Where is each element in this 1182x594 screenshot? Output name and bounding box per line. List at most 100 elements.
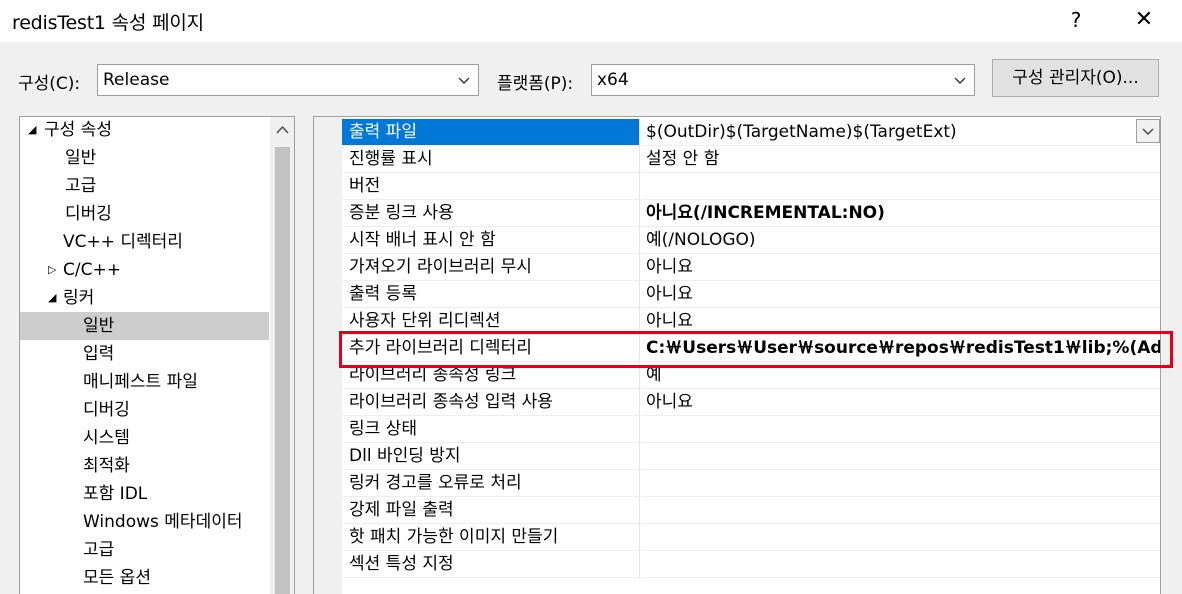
property-name: 섹션 특성 지정 [342,551,640,578]
property-value[interactable] [641,551,1160,578]
close-button[interactable]: ✕ [1128,4,1160,36]
tree-item[interactable]: VC++ 디렉터리 [20,228,269,256]
platform-value: x64 [597,70,629,90]
property-tree[interactable]: ◢ 구성 속성 일반 고급 디버깅 VC++ 디렉터리 ▷ C/C++ ◢ 링커 일반 입력 매니페스트… [19,116,295,594]
property-value[interactable]: 아니요 [641,254,1160,281]
property-row[interactable]: 증분 링크 사용 아니요(/INCREMENTAL:NO) [342,200,1160,227]
tree-item[interactable]: 고급 [20,536,269,564]
tree-item[interactable]: 일반 [20,312,269,340]
property-name: 출력 등록 [342,281,640,308]
property-value[interactable]: 아니요 [641,281,1160,308]
property-value[interactable] [641,443,1160,470]
tree-item[interactable]: 디버깅 [20,396,269,424]
tree-item-label: 입력 [83,344,115,364]
property-row[interactable]: 사용자 단위 리디렉션 아니요 [342,308,1160,335]
property-row[interactable]: 추가 라이브러리 디렉터리 C:￦Users￦User￦source￦repos￦… [342,335,1160,362]
tree-item-label: 최적화 [83,456,130,476]
property-name: 가져오기 라이브러리 무시 [342,254,640,281]
tree-item-label: 링커 [63,288,95,308]
tree-item-label: Windows 메타데이터 [83,512,243,532]
tree-item[interactable]: 매니페스트 파일 [20,368,269,396]
tree-item[interactable]: ◢ 링커 [20,284,269,312]
property-row[interactable]: 진행률 표시 설정 안 함 [342,146,1160,173]
property-row[interactable]: 핫 패치 가능한 이미지 만들기 [342,524,1160,551]
tree-item[interactable]: 디버깅 [20,200,269,228]
config-label: 구성(C): [18,74,81,94]
property-name: 강제 파일 출력 [342,497,640,524]
property-row[interactable]: 링커 경고를 오류로 처리 [342,470,1160,497]
tree-scrollbar[interactable] [270,117,294,594]
property-value[interactable]: $(OutDir)$(TargetName)$(TargetExt) [641,119,1160,146]
property-row[interactable]: 강제 파일 출력 [342,497,1160,524]
tree-item-label: 디버깅 [83,400,130,420]
config-select[interactable]: Release [97,64,479,96]
value-dropdown-button[interactable] [1136,119,1160,143]
tree-item[interactable]: 고급 [20,172,269,200]
collapse-arrow-icon[interactable]: ◢ [28,117,36,144]
property-row[interactable]: 링크 상태 [342,416,1160,443]
tree-item-label: 고급 [65,176,97,196]
tree-item[interactable]: ▷ C/C++ [20,256,269,284]
chevron-down-icon [458,77,470,84]
help-button[interactable]: ? [1062,4,1090,36]
property-row[interactable]: 출력 파일 $(OutDir)$(TargetName)$(TargetExt) [342,119,1160,146]
property-value[interactable] [641,173,1160,200]
tree-item[interactable]: 포함 IDL [20,480,269,508]
property-value[interactable]: 예(/NOLOGO) [641,227,1160,254]
config-manager-button[interactable]: 구성 관리자(O)... [992,59,1159,97]
property-name: 증분 링크 사용 [342,200,640,227]
tree-item[interactable]: ◢ 구성 속성 [20,117,269,144]
expand-arrow-icon[interactable]: ▷ [48,256,56,284]
tree-item-label: 디버깅 [65,204,112,224]
property-row[interactable]: Dll 바인딩 방지 [342,443,1160,470]
property-value[interactable]: 아니요 [641,308,1160,335]
platform-label: 플랫폼(P): [497,74,574,94]
tree-item[interactable]: 모든 옵션 [20,564,269,592]
tree-item-label: C/C++ [63,260,121,280]
property-name: 진행률 표시 [342,146,640,173]
property-name: 버전 [342,173,640,200]
property-value[interactable] [641,524,1160,551]
grid-gutter [314,117,342,594]
property-name: 출력 파일 [342,119,640,146]
chevron-up-icon[interactable] [276,125,289,135]
config-value: Release [103,70,170,90]
tree-item-label: 매니페스트 파일 [83,372,198,392]
property-row[interactable]: 시작 배너 표시 안 함 예(/NOLOGO) [342,227,1160,254]
property-row[interactable]: 섹션 특성 지정 [342,551,1160,578]
property-value[interactable] [641,416,1160,443]
tree-item-label: 포함 IDL [83,484,148,504]
property-value[interactable] [641,497,1160,524]
property-name: 링커 경고를 오류로 처리 [342,470,640,497]
tree-item[interactable]: 입력 [20,340,269,368]
tree-item-label: 구성 속성 [44,120,112,140]
property-row[interactable]: 버전 [342,173,1160,200]
tree-item-label: 일반 [83,316,115,336]
property-value[interactable]: 아니요(/INCREMENTAL:NO) [641,200,1160,227]
property-row[interactable]: 출력 등록 아니요 [342,281,1160,308]
property-name: 핫 패치 가능한 이미지 만들기 [342,524,640,551]
property-row[interactable]: 가져오기 라이브러리 무시 아니요 [342,254,1160,281]
property-row[interactable]: 라이브러리 종속성 입력 사용 아니요 [342,389,1160,416]
property-value[interactable]: 설정 안 함 [641,146,1160,173]
tree-item-label: VC++ 디렉터리 [63,232,183,252]
platform-select[interactable]: x64 [591,64,975,96]
chevron-down-icon [954,77,966,84]
collapse-arrow-icon[interactable]: ◢ [48,284,56,312]
tree-item[interactable]: 시스템 [20,424,269,452]
property-row[interactable]: 라이브러리 종속성 링크 예 [342,362,1160,389]
property-name: 추가 라이브러리 디렉터리 [342,335,640,362]
window-title: redisTest1 속성 페이지 [12,12,204,34]
property-value[interactable]: C:￦Users￦User￦source￦repos￦redisTest1￦li… [641,335,1160,362]
property-value[interactable]: 아니요 [641,389,1160,416]
tree-item[interactable]: Windows 메타데이터 [20,508,269,536]
property-value[interactable]: 예 [641,362,1160,389]
scrollbar-thumb[interactable] [275,147,290,594]
tree-item[interactable]: 일반 [20,144,269,172]
property-name: Dll 바인딩 방지 [342,443,640,470]
tree-item-label: 시스템 [83,428,130,448]
property-value[interactable] [641,470,1160,497]
property-name: 링크 상태 [342,416,640,443]
property-grid[interactable]: 출력 파일 $(OutDir)$(TargetName)$(TargetExt) 진… [313,116,1161,594]
tree-item[interactable]: 최적화 [20,452,269,480]
